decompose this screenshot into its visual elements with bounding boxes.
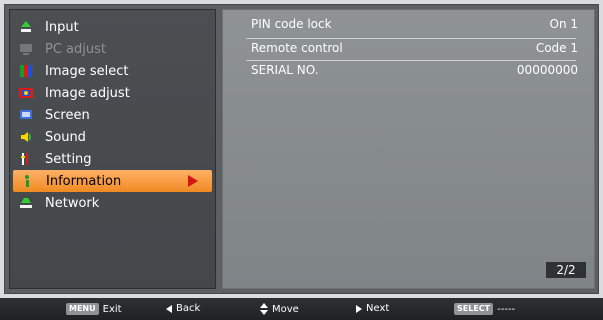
menu-item-information[interactable]: Information xyxy=(13,170,212,192)
image-select-icon xyxy=(19,64,33,78)
network-icon xyxy=(19,196,33,210)
menu-label: Input xyxy=(45,19,79,35)
main-menu: Input PC adjust Image select Image adjus… xyxy=(9,9,216,289)
menu-label: Image adjust xyxy=(45,85,130,101)
setting-icon xyxy=(19,152,33,166)
menu-label: Network xyxy=(45,195,100,211)
information-icon xyxy=(20,174,34,188)
menu-item-network[interactable]: Network xyxy=(12,192,212,214)
menu-label: Image select xyxy=(45,63,129,79)
sound-icon xyxy=(19,130,33,144)
menu-item-input[interactable]: Input xyxy=(12,16,212,38)
select-key-icon: SELECT xyxy=(454,303,494,315)
info-value: On 1 xyxy=(549,17,579,31)
menu-label: Setting xyxy=(45,151,92,167)
footer-help-bar: MENU Exit Back Move Next SELECT ----- xyxy=(0,298,603,320)
footer-back-label: Back xyxy=(176,303,201,314)
pc-adjust-icon xyxy=(19,42,33,56)
footer-exit: MENU Exit xyxy=(66,303,122,315)
info-value: Code 1 xyxy=(535,41,578,55)
menu-item-screen[interactable]: Screen xyxy=(12,104,212,126)
back-arrow-icon xyxy=(166,304,172,313)
info-row-pin-code-lock: PIN code lock On 1 xyxy=(228,15,584,35)
menu-label: Information xyxy=(46,173,122,189)
footer-select-value: ----- xyxy=(497,303,516,315)
information-panel: PIN code lock On 1 Remote control Code 1… xyxy=(222,9,595,289)
menu-label: Screen xyxy=(45,107,90,123)
selected-arrow-icon xyxy=(188,175,198,187)
menu-label: Sound xyxy=(45,129,86,145)
info-key: PIN code lock xyxy=(251,17,332,31)
footer-move-label: Move xyxy=(272,303,299,315)
menu-item-image-adjust[interactable]: Image adjust xyxy=(12,82,212,104)
input-icon xyxy=(19,20,33,34)
image-adjust-icon xyxy=(19,86,33,100)
up-down-arrow-icon xyxy=(260,303,268,315)
footer-exit-label: Exit xyxy=(102,303,122,315)
info-row-remote-control: Remote control Code 1 xyxy=(228,39,584,59)
page-indicator: 2/2 xyxy=(546,262,586,278)
menu-label: PC adjust xyxy=(45,41,106,57)
next-arrow-icon xyxy=(356,304,362,313)
menu-item-image-select[interactable]: Image select xyxy=(12,60,212,82)
info-row-serial-no: SERIAL NO. 00000000 xyxy=(228,61,584,81)
footer-next-label: Next xyxy=(366,303,390,314)
menu-item-pc-adjust[interactable]: PC adjust xyxy=(12,38,212,60)
footer-next: Next xyxy=(356,303,389,314)
menu-key-icon: MENU xyxy=(66,303,99,315)
footer-back: Back xyxy=(166,303,200,314)
info-value: 00000000 xyxy=(516,63,578,77)
info-key: Remote control xyxy=(251,41,343,55)
projector-osd-frame: Input PC adjust Image select Image adjus… xyxy=(0,0,603,320)
footer-select: SELECT ----- xyxy=(454,303,515,315)
menu-item-setting[interactable]: Setting xyxy=(12,148,212,170)
info-key: SERIAL NO. xyxy=(251,63,319,77)
footer-move: Move xyxy=(260,303,299,315)
menu-item-sound[interactable]: Sound xyxy=(12,126,212,148)
screen-icon xyxy=(19,108,33,122)
